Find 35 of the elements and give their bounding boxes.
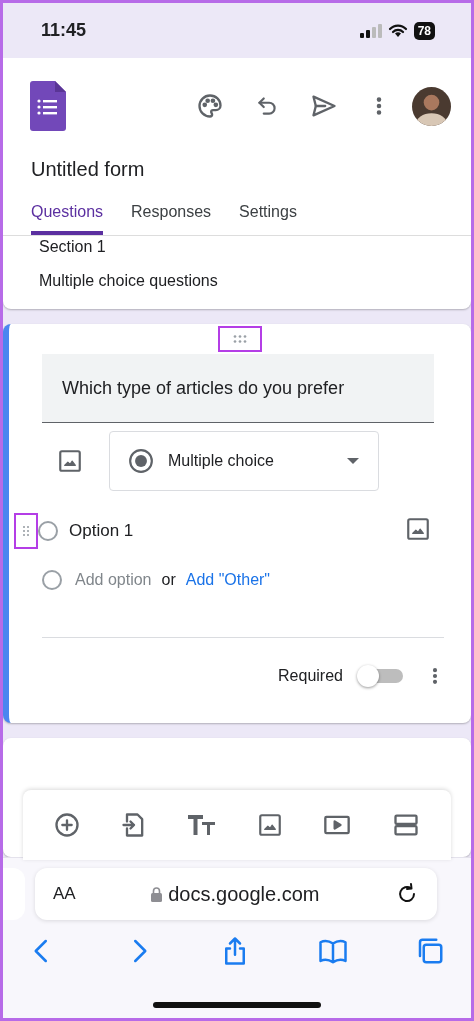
battery-level: 78: [413, 21, 435, 40]
forms-logo-icon: [30, 81, 66, 131]
question-field[interactable]: Which type of articles do you prefer: [42, 354, 434, 424]
add-option-field[interactable]: Add option: [75, 571, 152, 590]
tab[interactable]: Responses: [131, 203, 212, 235]
image-icon[interactable]: [256, 812, 283, 838]
option-label[interactable]: Option 1: [69, 521, 134, 542]
text-size-icon[interactable]: [187, 813, 218, 837]
section-title: Section 1: [39, 238, 107, 256]
drag-handle-icon[interactable]: [218, 326, 262, 353]
status-time: 11:45: [41, 20, 87, 41]
text-size-button[interactable]: AA: [53, 884, 76, 904]
wifi-icon: [387, 23, 408, 38]
add-other-link[interactable]: Add "Other": [185, 571, 271, 590]
send-icon[interactable]: [310, 92, 338, 120]
question-type-dropdown[interactable]: Multiple choice: [109, 431, 379, 492]
palette-icon[interactable]: [196, 92, 224, 120]
or-text: or: [161, 571, 176, 590]
lock-icon: [151, 886, 163, 902]
tab[interactable]: Settings: [239, 203, 297, 235]
avatar[interactable]: [412, 86, 451, 126]
drag-handle-icon[interactable]: [14, 513, 38, 550]
url-text: docs.google.com: [168, 882, 320, 906]
required-label: Required: [278, 667, 343, 686]
radio-button[interactable]: [38, 521, 58, 542]
section-description: Multiple choice questions: [39, 272, 219, 290]
radio-icon: [128, 448, 154, 475]
add-icon[interactable]: [52, 811, 81, 839]
image-icon[interactable]: [405, 516, 431, 543]
required-toggle[interactable]: [357, 666, 403, 687]
form-title[interactable]: Untitled form: [31, 158, 471, 181]
dropdown-arrow-icon: [346, 457, 360, 466]
signal-icon: [359, 23, 382, 38]
address-bar[interactable]: AA docs.google.com: [35, 868, 437, 920]
image-icon[interactable]: [57, 448, 83, 475]
